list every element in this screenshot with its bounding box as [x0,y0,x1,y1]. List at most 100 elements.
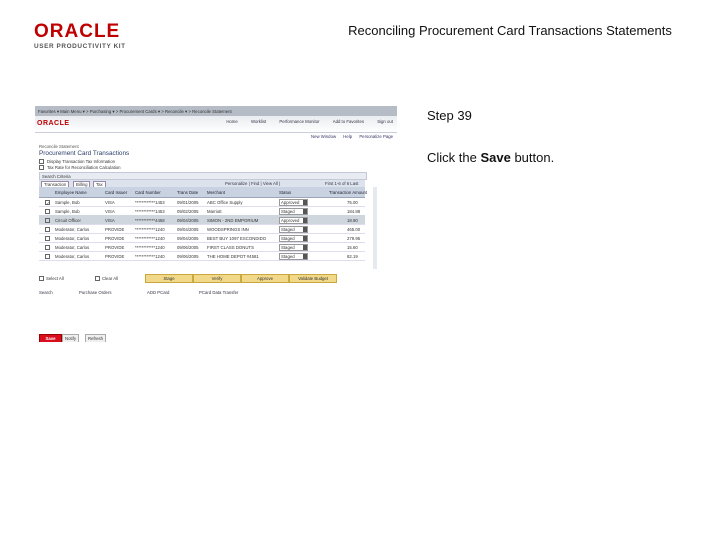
cell-name: Sample, Bob [55,208,80,214]
performance-monitor-link[interactable]: Performance Monitor [279,119,319,124]
search-link[interactable]: Search [39,290,53,295]
cell-card: ************1240 [135,226,165,232]
cell-merchant[interactable]: SIMON - 2ND EMPORIUM [207,218,258,223]
table-row[interactable]: Moderator, Carlos PROVIDE ************1240… [39,251,365,261]
clear-all-label: Clear All [102,275,118,281]
option-checkbox[interactable] [39,159,44,165]
select-all-label: Select All [46,275,64,281]
status-dropdown[interactable]: Approved [279,216,308,224]
add-pcard-link[interactable]: ADD PCard [147,290,169,295]
logo-subtitle: USER PRODUCTIVITY KIT [34,43,126,50]
col-card-number[interactable]: Card Number [135,190,161,195]
cell-issuer: VISA [105,217,115,223]
status-dropdown[interactable]: Staged [279,207,308,215]
logo-brand: ORACLE [34,21,121,42]
select-all-link[interactable]: Select All [39,276,64,281]
row-select-checkbox[interactable] [45,208,50,214]
option-tax-rate[interactable]: Tax Rate for Reconciliation Calculation [39,165,121,171]
cell-amount: 75.00 [347,199,358,205]
col-employee-name[interactable]: Employee Name [55,190,87,195]
cell-issuer: PROVIDE [105,226,125,232]
status-dropdown[interactable]: Staged [279,225,308,233]
status-dropdown[interactable]: Staged [279,234,308,242]
cell-issuer: PROVIDE [105,235,125,241]
cell-card: ************1240 [135,253,165,259]
sign-out-link[interactable]: Sign out [377,119,393,124]
refresh-button[interactable]: Refresh [85,334,107,342]
cell-amount: 15.60 [347,244,358,250]
row-select-checkbox[interactable]: ✓ [45,199,50,206]
cell-name: Circuit Officer [55,217,81,223]
status-dropdown[interactable]: Staged [279,252,308,260]
save-button[interactable]: Save [39,334,62,342]
option-display-tax[interactable]: Display Transaction Tax Information [39,159,115,165]
cell-issuer: PROVIDE [105,253,125,259]
cell-merchant[interactable]: FIRST CLASS DONUTS [207,245,254,250]
instruction-keyword: Save [480,150,511,165]
new-window-link[interactable]: New Window [311,134,336,139]
grid-pager[interactable]: First 1-6 of 6 Last [325,181,358,186]
grid-action-row: Select All Clear All Stage Verify Approv… [39,274,365,283]
cell-merchant[interactable]: THE HOME DEPOT #4581 [207,254,259,259]
cell-name: Moderator, Carlos [55,244,90,250]
option-checkbox[interactable] [39,165,44,171]
personalize-page-link[interactable]: Personalize Page [359,134,393,139]
slide-title: Reconciling Procurement Card Transaction… [348,23,672,38]
cell-card: ************1453 [135,208,165,214]
cell-merchant[interactable]: ABC Office Supply [207,200,243,205]
row-select-checkbox[interactable] [45,235,50,241]
search-criteria-bar[interactable]: Search Criteria [39,172,367,180]
validate-budget-button[interactable]: Validate Budget [289,274,337,283]
clear-all-checkbox[interactable] [95,275,100,281]
row-select-checkbox[interactable] [45,244,50,250]
cell-card: ************1240 [135,235,165,241]
grid-scrollbar[interactable] [373,187,377,269]
approve-button[interactable]: Approve [241,274,289,283]
row-select-checkbox[interactable] [45,226,50,232]
cell-date: 09/01/2005 [177,199,199,205]
cell-amount: 18.90 [347,217,358,223]
cell-merchant[interactable]: WOODSPRINGS INN [207,227,249,232]
cell-name: Moderator, Carlos [55,235,90,241]
cell-merchant[interactable]: BEST BUY 1097 ESCONDIDO [207,236,266,241]
stage-button[interactable]: Stage [145,274,193,283]
cell-name: Moderator, Carlos [55,226,90,232]
col-amount[interactable]: Transaction Amount [329,190,367,195]
pcard-data-transfer-link[interactable]: PCard Data Transfer [199,290,238,295]
cell-amount: 82.19 [347,253,358,259]
status-dropdown[interactable]: Approved [279,198,308,206]
notify-button[interactable]: Notify [62,334,79,342]
status-dropdown[interactable]: Staged [279,243,308,251]
cell-date: 09/04/2005 [177,235,199,241]
breadcrumb[interactable]: Favorites ▾ Main Menu ▾ > Purchasing ▾ >… [38,109,232,115]
select-all-checkbox[interactable] [39,275,44,281]
row-select-checkbox[interactable] [45,253,50,259]
cell-card: ************1453 [135,199,165,205]
grid-personalize-links[interactable]: Personalize | Find | View All | [225,181,280,186]
verify-button[interactable]: Verify [193,274,241,283]
cell-issuer: PROVIDE [105,244,125,250]
col-trans-date[interactable]: Trans Date [177,190,198,195]
menu-breadcrumb-bar: Favorites ▾ Main Menu ▾ > Purchasing ▾ >… [35,106,397,116]
clear-all-link[interactable]: Clear All [95,276,118,281]
col-card-issuer[interactable]: Card Issuer [105,190,127,195]
row-select-checkbox[interactable] [45,217,50,223]
add-to-favorites-link[interactable]: Add to Favorites [333,119,364,124]
col-merchant[interactable]: Merchant [207,190,225,195]
app-logo: ORACLE [37,120,70,127]
cell-amount: 465.00 [347,226,361,232]
instruction-text: Click the Save button. [427,150,554,165]
oracle-upk-logo: ORACLE USER PRODUCTIVITY KIT [34,22,164,50]
help-link[interactable]: Help [343,134,352,139]
col-status[interactable]: Status [279,190,291,195]
cell-date: 09/04/2005 [177,226,199,232]
app-header: ORACLE Home Worklist Performance Monitor… [35,116,397,133]
cell-merchant[interactable]: Marriott [207,209,222,214]
home-link[interactable]: Home [226,119,237,124]
cell-date: 09/02/2005 [177,208,199,214]
cell-issuer: VISA [105,199,115,205]
purchase-orders-link[interactable]: Purchase Orders [79,290,111,295]
worklist-link[interactable]: Worklist [251,119,266,124]
page-links: New Window Help Personalize Page [305,134,393,139]
step-label: Step 39 [427,108,472,123]
